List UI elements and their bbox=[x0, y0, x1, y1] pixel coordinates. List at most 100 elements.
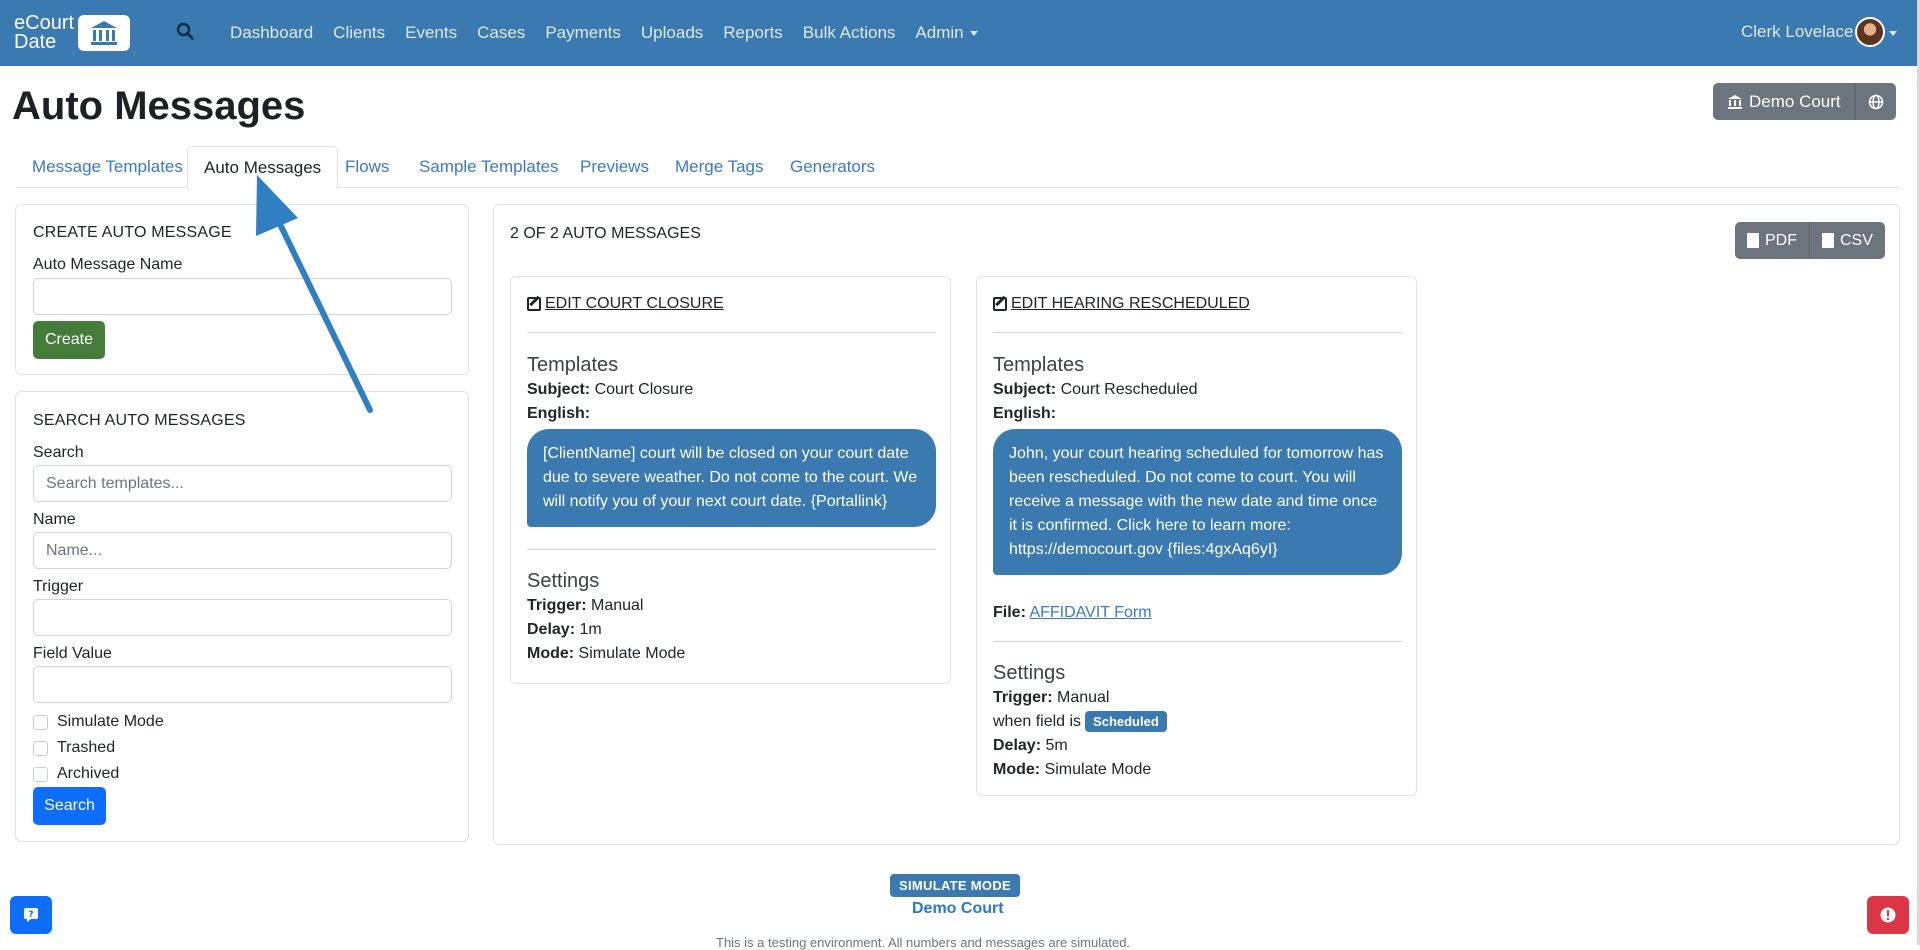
nav-link-reports[interactable]: Reports bbox=[723, 23, 783, 43]
csv-file-icon bbox=[1822, 233, 1834, 248]
nav-link-cases[interactable]: Cases bbox=[477, 23, 525, 43]
name-label: Name bbox=[33, 511, 76, 528]
court-selector-button[interactable]: Demo Court bbox=[1713, 83, 1856, 120]
templates-heading: Templates bbox=[993, 354, 1085, 376]
archived-checkbox[interactable] bbox=[33, 766, 48, 782]
edit-auto-message-link[interactable]: EDIT HEARING RESCHEDULED bbox=[993, 295, 1250, 313]
subject-row: Subject: Court Rescheduled bbox=[993, 381, 1198, 399]
mode-value: Simulate Mode bbox=[1040, 761, 1152, 778]
search-auto-messages-card: SEARCH AUTO MESSAGES Search Search templ… bbox=[15, 391, 469, 842]
language-key: English: bbox=[527, 405, 591, 422]
message-bubble: John, your court hearing scheduled for t… bbox=[993, 429, 1402, 575]
when-field-text: when field is bbox=[993, 713, 1082, 730]
tab-flows[interactable]: Flows bbox=[329, 146, 405, 188]
subject-key: Subject: bbox=[527, 381, 591, 398]
simulate-mode-badge: SIMULATE MODE bbox=[890, 874, 1020, 897]
courthouse-icon bbox=[78, 15, 131, 51]
search-label: Search bbox=[33, 444, 84, 461]
top-navbar: eCourt Date Dashboard Clients Events Cas… bbox=[0, 0, 1920, 66]
tab-sample-templates[interactable]: Sample Templates bbox=[403, 146, 575, 188]
tab-previews[interactable]: Previews bbox=[564, 146, 665, 188]
search-input[interactable]: Search templates... bbox=[33, 465, 452, 502]
trashed-checkbox[interactable] bbox=[33, 740, 48, 756]
create-button[interactable]: Create bbox=[33, 321, 105, 359]
divider bbox=[527, 549, 936, 550]
avatar[interactable] bbox=[1855, 17, 1885, 47]
divider bbox=[527, 332, 936, 333]
name-input[interactable]: Name... bbox=[33, 532, 452, 569]
nav-link-uploads[interactable]: Uploads bbox=[641, 23, 703, 43]
export-pdf-button[interactable]: PDF bbox=[1735, 222, 1810, 259]
user-name[interactable]: Clerk Lovelace bbox=[1741, 22, 1853, 42]
simulate-mode-checkbox-row[interactable]: Simulate Mode bbox=[33, 713, 164, 731]
field-value-input[interactable] bbox=[33, 666, 452, 703]
nav-link-events[interactable]: Events bbox=[405, 23, 457, 43]
feedback-button[interactable]: ? bbox=[10, 896, 52, 934]
mode-row: Mode: Simulate Mode bbox=[527, 645, 685, 663]
file-row: File: AFFIDAVIT Form bbox=[993, 604, 1152, 622]
footer-note: This is a testing environment. All numbe… bbox=[716, 935, 1131, 950]
file-key: File: bbox=[993, 604, 1026, 621]
trashed-checkbox-row[interactable]: Trashed bbox=[33, 739, 115, 757]
affidavit-file-link[interactable]: AFFIDAVIT Form bbox=[1029, 604, 1151, 621]
globe-icon bbox=[1868, 94, 1883, 109]
edit-link-label: EDIT HEARING RESCHEDULED bbox=[1011, 295, 1250, 312]
nav-link-admin[interactable]: Admin bbox=[915, 23, 978, 43]
export-pdf-label: PDF bbox=[1765, 231, 1797, 249]
delay-value: 5m bbox=[1041, 737, 1068, 754]
chevron-down-icon bbox=[969, 31, 978, 37]
trigger-select[interactable] bbox=[33, 599, 452, 636]
auto-message-name-input[interactable] bbox=[33, 278, 452, 315]
language-row: English: bbox=[527, 405, 590, 423]
brand-logo[interactable]: eCourt Date bbox=[14, 13, 131, 53]
court-selector-label: Demo Court bbox=[1749, 91, 1841, 111]
export-csv-button[interactable]: CSV bbox=[1810, 222, 1885, 259]
nav-link-bulk-actions[interactable]: Bulk Actions bbox=[803, 23, 896, 43]
brand-line-2: Date bbox=[14, 31, 57, 53]
language-button[interactable] bbox=[1855, 83, 1896, 120]
auto-message-name-label: Auto Message Name bbox=[33, 256, 183, 273]
tab-auto-messages[interactable]: Auto Messages bbox=[187, 146, 339, 189]
footer-court-name: Demo Court bbox=[912, 900, 1004, 917]
mode-value: Simulate Mode bbox=[574, 645, 686, 662]
chat-icon: ? bbox=[24, 908, 38, 922]
edit-icon bbox=[527, 297, 541, 311]
trashed-label: Trashed bbox=[57, 739, 116, 756]
tab-bar: Message Templates Auto Messages Flows Sa… bbox=[16, 146, 1900, 189]
tab-merge-tags[interactable]: Merge Tags bbox=[659, 146, 780, 188]
message-bubble: [ClientName] court will be closed on you… bbox=[527, 429, 936, 527]
search-icon[interactable] bbox=[176, 22, 194, 45]
trigger-label: Trigger bbox=[33, 578, 84, 595]
export-csv-label: CSV bbox=[1840, 231, 1873, 249]
templates-heading: Templates bbox=[527, 354, 619, 376]
search-card-heading: SEARCH AUTO MESSAGES bbox=[33, 412, 246, 429]
export-button-group: PDF CSV bbox=[1735, 222, 1885, 259]
delay-row: Delay: 1m bbox=[527, 621, 602, 639]
auto-message-card: EDIT HEARING RESCHEDULED Templates Subje… bbox=[976, 276, 1417, 796]
svg-text:?: ? bbox=[28, 910, 33, 920]
auto-message-card: EDIT COURT CLOSURE Templates Subject: Co… bbox=[510, 276, 951, 684]
tab-generators[interactable]: Generators bbox=[774, 146, 891, 188]
subject-row: Subject: Court Closure bbox=[527, 381, 693, 399]
tab-message-templates[interactable]: Message Templates bbox=[16, 146, 199, 188]
page-title: Auto Messages bbox=[12, 84, 306, 128]
status-badge: Scheduled bbox=[1085, 711, 1167, 732]
simulate-mode-checkbox[interactable] bbox=[33, 714, 48, 730]
simulate-mode-label: Simulate Mode bbox=[57, 713, 164, 730]
trigger-value: Manual bbox=[1052, 689, 1110, 706]
chevron-down-icon[interactable] bbox=[1889, 31, 1897, 36]
mode-key: Mode: bbox=[993, 761, 1041, 778]
nav-link-clients[interactable]: Clients bbox=[333, 23, 385, 43]
nav-link-dashboard[interactable]: Dashboard bbox=[230, 23, 313, 43]
archived-checkbox-row[interactable]: Archived bbox=[33, 765, 119, 783]
edit-auto-message-link[interactable]: EDIT COURT CLOSURE bbox=[527, 295, 724, 313]
courthouse-icon bbox=[1728, 94, 1742, 109]
nav-link-payments[interactable]: Payments bbox=[545, 23, 621, 43]
delay-key: Delay: bbox=[993, 737, 1042, 754]
trigger-value: Manual bbox=[586, 597, 644, 614]
search-button[interactable]: Search bbox=[33, 787, 106, 825]
results-count: 2 OF 2 AUTO MESSAGES bbox=[510, 225, 701, 242]
alert-button[interactable] bbox=[1867, 896, 1909, 934]
delay-key: Delay: bbox=[527, 621, 576, 638]
mode-key: Mode: bbox=[527, 645, 575, 662]
